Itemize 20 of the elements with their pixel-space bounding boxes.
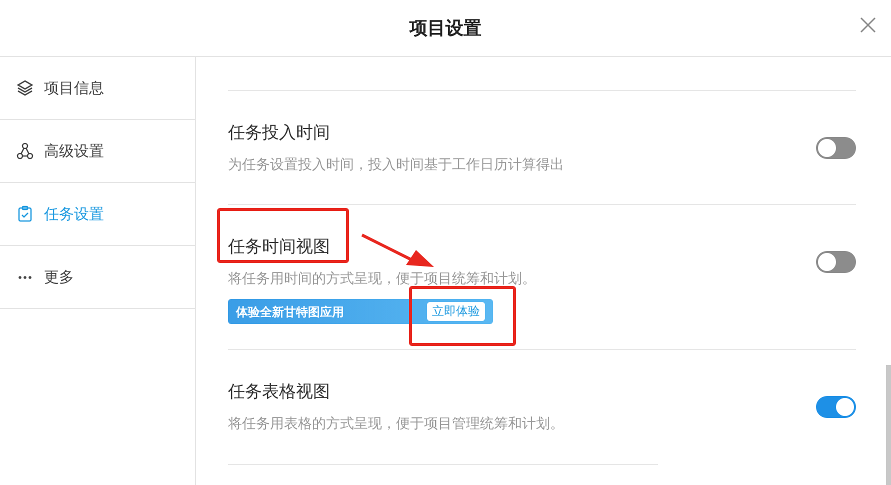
more-icon bbox=[18, 276, 32, 278]
layers-icon bbox=[16, 79, 34, 97]
setting-description: 为任务设置投入时间，投入时间基于工作日历计算得出 bbox=[228, 156, 564, 175]
toggle-switch[interactable] bbox=[816, 396, 856, 418]
sidebar-item[interactable]: 项目信息 bbox=[0, 57, 195, 120]
sidebar-item[interactable]: 更多 bbox=[0, 246, 195, 309]
scrollbar[interactable] bbox=[886, 365, 891, 485]
toggle-switch[interactable] bbox=[816, 251, 856, 273]
setting-title: 任务表格视图 bbox=[228, 381, 330, 404]
banner-text: 体验全新甘特图应用 bbox=[236, 304, 344, 320]
setting-title: 任务投入时间 bbox=[228, 122, 330, 145]
setting-title: 任务时间视图 bbox=[228, 236, 330, 259]
setting-description: 将任务用表格的方式呈现，便于项目管理统筹和计划。 bbox=[228, 415, 564, 434]
dialog-title: 项目设置 bbox=[410, 16, 482, 40]
clipboard-icon bbox=[16, 205, 34, 223]
setting-description: 将任务用时间的方式呈现，便于项目统筹和计划。 bbox=[228, 270, 536, 289]
sidebar-item[interactable]: 高级设置 bbox=[0, 120, 195, 183]
nodes-icon bbox=[16, 142, 34, 160]
close-icon bbox=[859, 16, 877, 34]
toggle-switch[interactable] bbox=[816, 137, 856, 159]
